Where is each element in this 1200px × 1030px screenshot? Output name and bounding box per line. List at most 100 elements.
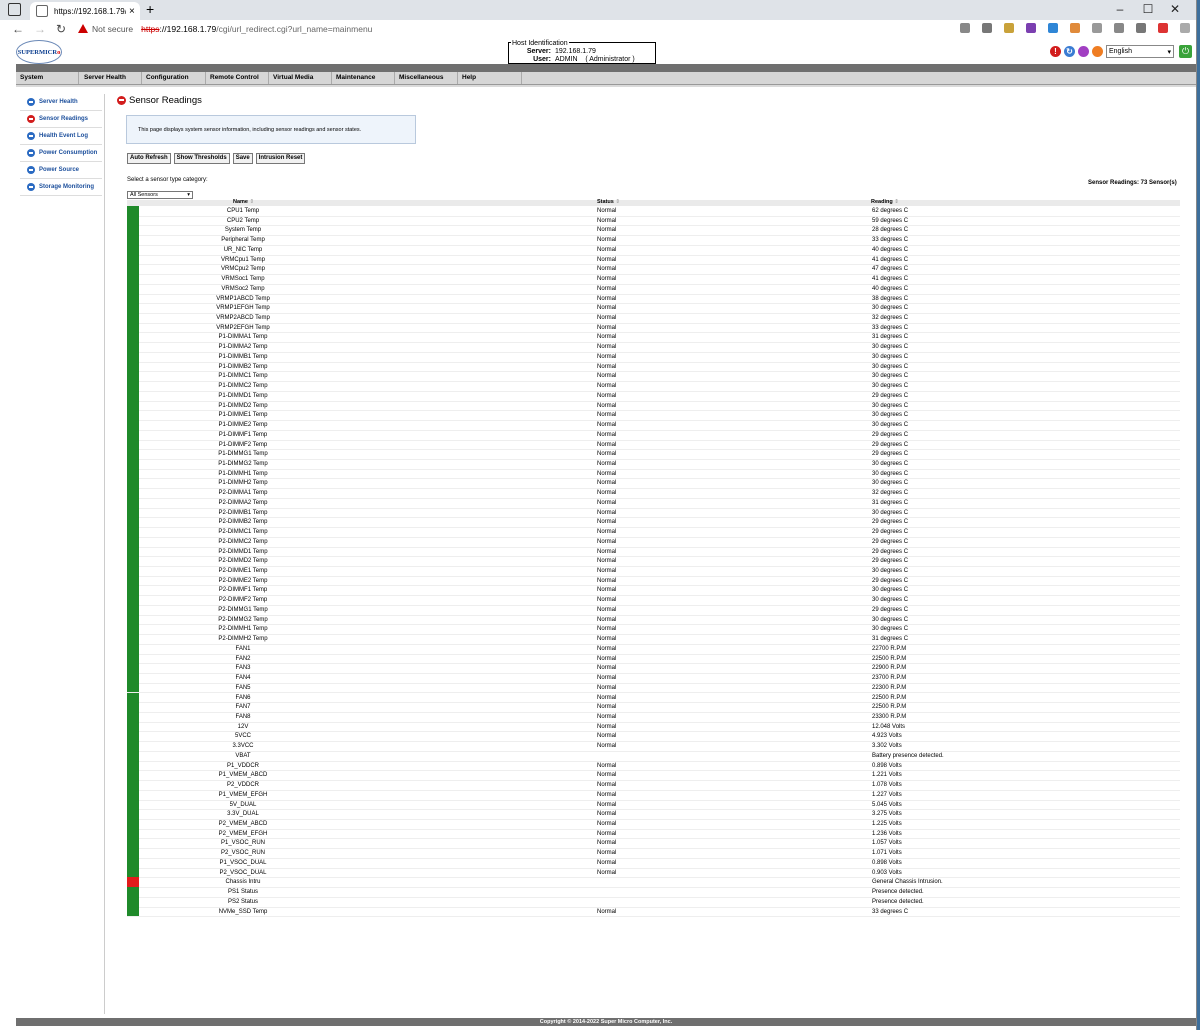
back-icon[interactable]: ← (12, 22, 24, 36)
window-close-button[interactable]: ✕ (1165, 2, 1185, 16)
tab-close-icon[interactable]: × (129, 6, 135, 17)
language-select[interactable]: English ▾ (1106, 45, 1174, 58)
column-reading[interactable]: Reading ⇕ (871, 199, 899, 205)
show-thresholds-button[interactable]: Show Thresholds (173, 153, 230, 164)
menu-miscellaneous[interactable]: Miscellaneous (395, 72, 458, 84)
onenote-icon[interactable] (1026, 23, 1036, 33)
menu-system[interactable]: System (16, 72, 79, 84)
status-indicator (127, 575, 139, 586)
menu-server-health[interactable]: Server Health (80, 72, 142, 84)
sensor-reading: 1.225 Volts (872, 820, 902, 827)
sensor-name: P1_VSOC_RUN (220, 840, 265, 847)
refresh-icon[interactable]: ↻ (1064, 46, 1075, 57)
sensor-name: FAN5 (235, 684, 251, 691)
status-indicator (127, 741, 139, 751)
sensor-reading: 22500 R.P.M (872, 694, 907, 701)
sidebar-item-power-consumption[interactable]: Power Consumption (20, 145, 102, 162)
status-indicator (127, 585, 139, 596)
app-available-icon[interactable] (982, 23, 992, 33)
sensor-name: PS2 Status (227, 898, 259, 905)
browser-tab[interactable]: https://192.168.1.79/cgi/url_redi × (30, 2, 140, 20)
category-select[interactable]: All Sensors ▾ (127, 191, 193, 199)
sidebar-item-storage-monitoring[interactable]: Storage Monitoring (20, 179, 102, 196)
sensor-reading: 30 degrees C (872, 402, 909, 409)
status-indicator (127, 235, 139, 245)
reload-icon[interactable]: ↻ (56, 22, 66, 36)
menu-maintenance[interactable]: Maintenance (332, 72, 395, 84)
language-icon[interactable] (1092, 46, 1103, 57)
sensor-reading: 0.903 Volts (872, 869, 902, 876)
sensor-status: Normal (597, 733, 617, 740)
sensor-status: Normal (597, 762, 617, 769)
sensor-name: P1-DIMMA2 Temp (218, 344, 268, 351)
menu-virtual-media[interactable]: Virtual Media (269, 72, 332, 84)
sensor-reading: 12.048 Volts (872, 723, 906, 730)
logout-icon[interactable] (1078, 46, 1089, 57)
sensor-name: P1-DIMMG1 Temp (218, 451, 268, 458)
sensor-reading: 1.227 Volts (872, 791, 902, 798)
extensions-icon[interactable] (1092, 23, 1102, 33)
sidebar-item-sensor-readings[interactable]: Sensor Readings (20, 111, 102, 128)
status-indicator (127, 595, 139, 605)
not-secure-label[interactable]: Not secure (92, 24, 133, 34)
sensor-name: VRMCpu1 Temp (221, 256, 265, 263)
sensor-reading: 30 degrees C (872, 626, 909, 633)
sidebar-item-server-health[interactable]: Server Health (20, 94, 102, 111)
menu-configuration[interactable]: Configuration (142, 72, 206, 84)
save-button[interactable]: Save (232, 153, 253, 164)
column-status[interactable]: Status ⇕ (597, 199, 620, 205)
favorites-icon[interactable] (1114, 23, 1124, 33)
status-indicator (127, 517, 139, 528)
sensor-status: Normal (597, 820, 617, 827)
status-indicator (127, 663, 139, 674)
menu-help[interactable]: Help (458, 72, 522, 84)
sensor-reading: Presence detected. (872, 889, 924, 896)
extension-icon[interactable] (1070, 23, 1080, 33)
maximize-button[interactable]: ☐ (1138, 2, 1158, 16)
url-path: /cgi/url_redirect.cgi?url_name=mainmenu (216, 23, 373, 34)
minimize-button[interactable]: – (1110, 2, 1130, 16)
status-indicator (127, 809, 139, 819)
status-indicator (127, 624, 139, 635)
column-name[interactable]: Name ⇕ (233, 199, 254, 205)
sensor-status: Normal (597, 743, 617, 750)
sensor-name: VBAT (235, 752, 251, 759)
auto-refresh-button[interactable]: Auto Refresh (127, 153, 171, 164)
supermicro-logo[interactable]: SUPERMICR o (16, 40, 62, 64)
sensor-name: P2-DIMMB2 Temp (218, 519, 268, 526)
sensor-status: Normal (597, 606, 617, 613)
more-menu-icon[interactable] (1180, 23, 1190, 33)
sidebar-item-health-event-log[interactable]: Health Event Log (20, 128, 102, 145)
forward-icon[interactable]: → (34, 22, 46, 36)
sensor-name: P1-DIMMH2 Temp (218, 480, 268, 487)
sensor-reading: 29 degrees C (872, 451, 909, 458)
collections-toolbar-icon[interactable] (1136, 23, 1146, 33)
sensor-reading: General Chassis Intrusion. (872, 879, 943, 886)
sensor-name: VRMP1ABCD Temp (216, 295, 270, 302)
status-indicator (127, 420, 139, 430)
calendar-extension-icon[interactable] (1048, 23, 1058, 33)
menu-remote-control[interactable]: Remote Control (206, 72, 269, 84)
url-field[interactable]: Not secure https ://192.168.1.79 /cgi/ur… (78, 21, 938, 36)
collections-icon[interactable] (1004, 23, 1014, 33)
sensor-status: Normal (597, 675, 617, 682)
profile-icon[interactable] (1158, 23, 1168, 33)
new-tab-button[interactable]: + (146, 1, 154, 17)
sensor-reading: 29 degrees C (872, 538, 909, 545)
alert-icon[interactable]: ! (1050, 46, 1061, 57)
sensor-status: Normal (597, 237, 617, 244)
sensor-reading: 23700 R.P.M (872, 675, 907, 682)
status-indicator (127, 225, 139, 236)
sensor-status: Normal (597, 383, 617, 390)
intrusion-reset-button[interactable]: Intrusion Reset (255, 153, 306, 164)
sensor-reading: 1.071 Volts (872, 850, 902, 857)
sensor-reading: 29 degrees C (872, 441, 909, 448)
power-button[interactable]: ⏻ (1179, 45, 1192, 58)
sidebar-item-power-source[interactable]: Power Source (20, 162, 102, 179)
server-value: 192.168.1.79 (555, 48, 596, 55)
tab-actions-icon[interactable] (8, 3, 21, 16)
sensor-name: P1-DIMMD1 Temp (218, 392, 268, 399)
sensor-reading: 22300 R.P.M (872, 684, 907, 691)
read-aloud-icon[interactable] (960, 23, 970, 33)
arrow-bullet-icon (27, 183, 35, 191)
